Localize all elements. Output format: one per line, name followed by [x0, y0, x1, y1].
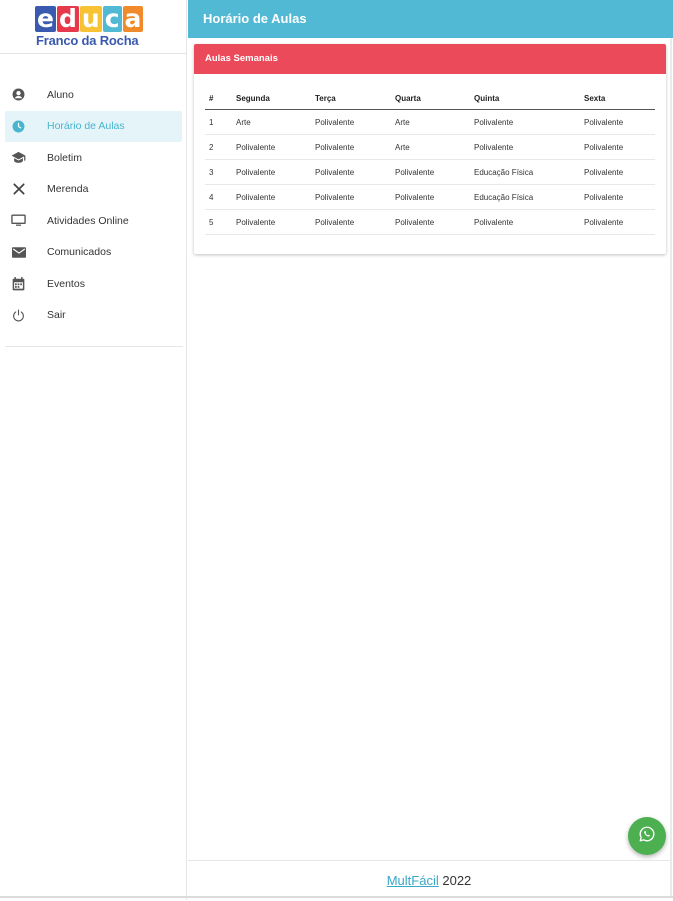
sidebar-item-label: Aluno — [47, 88, 74, 101]
footer: MultFácil 2022 — [188, 860, 670, 899]
sidebar-item-aluno[interactable]: Aluno — [0, 79, 187, 111]
power-icon — [11, 308, 26, 323]
table-cell: Polivalente — [584, 184, 655, 210]
table-header-row: # Segunda Terça Quarta Quinta Sexta — [205, 88, 655, 110]
footer-year: 2022 — [442, 873, 472, 888]
table-cell: Polivalente — [236, 134, 315, 160]
table-cell: Polivalente — [584, 134, 655, 160]
sidebar-item-label: Comunicados — [47, 246, 112, 259]
multfacil-link[interactable]: MultFácil — [387, 873, 439, 888]
column-header: Quinta — [474, 88, 584, 110]
table-cell: Polivalente — [315, 159, 395, 185]
table-cell: 2 — [205, 134, 236, 160]
table-cell: Polivalente — [584, 209, 655, 235]
account-icon — [11, 87, 26, 102]
table-cell: Polivalente — [236, 209, 315, 235]
sidebar-item-horario[interactable]: Horário de Aulas — [5, 110, 182, 142]
logo-wordmark: e d u c a — [35, 6, 144, 32]
table-row: 5 Polivalente Polivalente Polivalente Po… — [205, 209, 655, 235]
whatsapp-button[interactable] — [628, 817, 666, 855]
column-header: # — [205, 88, 236, 110]
column-header: Sexta — [584, 88, 655, 110]
table-cell: 1 — [205, 109, 236, 135]
table-cell: Polivalente — [474, 134, 584, 160]
table-row: 3 Polivalente Polivalente Polivalente Ed… — [205, 159, 655, 185]
monitor-icon — [11, 213, 26, 228]
bottom-divider — [0, 896, 673, 898]
whatsapp-icon — [638, 825, 656, 848]
table-cell: 3 — [205, 159, 236, 185]
logo-letter: u — [79, 4, 102, 33]
sidebar-item-label: Merenda — [47, 183, 89, 196]
sidebar-item-merenda[interactable]: Merenda — [0, 174, 187, 206]
table-cell: Polivalente — [315, 134, 395, 160]
table-cell: Arte — [395, 109, 474, 135]
table-cell: Polivalente — [315, 109, 395, 135]
table-cell: Polivalente — [474, 209, 584, 235]
content-border — [670, 38, 672, 898]
sidebar: e d u c a Franco da Rocha Aluno Horário … — [0, 0, 187, 900]
column-header: Quarta — [395, 88, 474, 110]
sidebar-item-comunicados[interactable]: Comunicados — [0, 237, 187, 269]
table-cell: Polivalente — [395, 159, 474, 185]
sidebar-item-label: Boletim — [47, 151, 83, 164]
logo-letter: e — [35, 4, 56, 33]
sidebar-item-atividades[interactable]: Atividades Online — [0, 205, 187, 237]
table-cell: 5 — [205, 209, 236, 235]
column-header: Terça — [315, 88, 395, 110]
logo-subtitle: Franco da Rocha — [36, 33, 139, 48]
table-cell: Arte — [395, 134, 474, 160]
sidebar-item-boletim[interactable]: Boletim — [0, 142, 187, 174]
table-row: 2 Polivalente Polivalente Arte Polivalen… — [205, 134, 655, 160]
table-cell: Polivalente — [315, 184, 395, 210]
table-cell: 4 — [205, 184, 236, 210]
calendar-icon — [11, 276, 26, 291]
utensils-icon — [11, 182, 26, 197]
sidebar-item-eventos[interactable]: Eventos — [0, 268, 187, 300]
table-cell: Polivalente — [474, 109, 584, 135]
sidebar-item-label: Eventos — [47, 277, 85, 290]
page-title: Horário de Aulas — [203, 11, 307, 26]
card-title: Aulas Semanais — [194, 44, 666, 74]
table-cell: Polivalente — [236, 184, 315, 210]
table-cell: Polivalente — [395, 209, 474, 235]
clock-icon — [11, 119, 26, 134]
sidebar-item-sair[interactable]: Sair — [0, 300, 187, 332]
table-cell: Polivalente — [315, 209, 395, 235]
logo-letter: a — [122, 4, 144, 33]
logo-letter: d — [56, 4, 79, 33]
graduation-cap-icon — [11, 150, 26, 165]
table-cell: Educação Física — [474, 159, 584, 185]
table-row: 1 Arte Polivalente Arte Polivalente Poli… — [205, 109, 655, 135]
table-cell: Polivalente — [584, 109, 655, 135]
table-cell: Polivalente — [395, 184, 474, 210]
table-cell: Polivalente — [236, 159, 315, 185]
schedule-table: # Segunda Terça Quarta Quinta Sexta 1 Ar… — [205, 88, 655, 235]
page-header: Horário de Aulas — [188, 0, 673, 38]
sidebar-divider — [5, 346, 183, 347]
sidebar-item-label: Horário de Aulas — [47, 120, 125, 133]
table-row: 4 Polivalente Polivalente Polivalente Ed… — [205, 184, 655, 210]
sidebar-nav: Aluno Horário de Aulas Boletim Merenda A… — [0, 79, 187, 331]
sidebar-item-label: Sair — [47, 309, 66, 322]
table-cell: Educação Física — [474, 184, 584, 210]
table-cell: Arte — [236, 109, 315, 135]
column-header: Segunda — [236, 88, 315, 110]
table-cell: Polivalente — [584, 159, 655, 185]
logo[interactable]: e d u c a Franco da Rocha — [0, 0, 187, 54]
mail-icon — [11, 245, 26, 260]
schedule-card: Aulas Semanais # Segunda Terça Quarta Qu… — [194, 44, 666, 254]
sidebar-item-label: Atividades Online — [47, 214, 129, 227]
logo-letter: c — [102, 4, 122, 33]
